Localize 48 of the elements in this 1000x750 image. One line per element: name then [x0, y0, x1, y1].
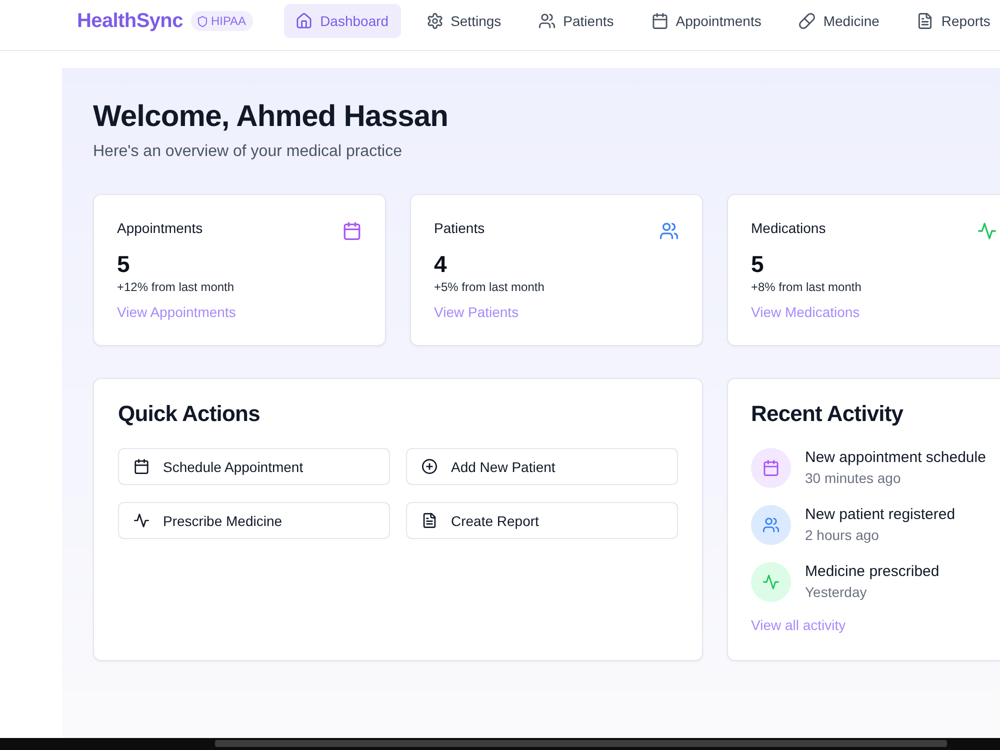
stat-value: 5 — [117, 250, 131, 278]
calendar-icon — [134, 459, 149, 474]
calendar-icon — [751, 448, 791, 488]
calendar-icon — [652, 13, 668, 29]
stat-label: Medications — [751, 219, 826, 238]
activity-title: New patient registered — [805, 505, 956, 525]
stat-value: 4 — [434, 250, 448, 278]
nav-tab[interactable]: Medicine — [787, 4, 892, 38]
activity-time: Yesterday — [805, 583, 868, 602]
people-icon — [751, 505, 791, 545]
plus-circle-icon — [422, 459, 437, 474]
pill-icon — [799, 13, 816, 29]
page-subtitle: Here's an overview of your medical practice — [93, 142, 403, 162]
activity-time: 30 minutes ago — [805, 469, 902, 488]
quick-action-button[interactable]: Create Report — [406, 502, 678, 539]
document-icon — [422, 513, 437, 528]
activity-title: New appointment schedule — [805, 448, 986, 468]
activity-title: Medicine prescribed — [805, 562, 940, 582]
nav-tab[interactable]: Reports — [905, 4, 1000, 38]
quick-action-button[interactable]: Schedule Appointment — [118, 448, 390, 485]
card-title: Quick Actions — [118, 402, 261, 426]
nav-tab[interactable]: Appointments — [640, 4, 774, 38]
page-title: Welcome, Ahmed Hassan — [93, 99, 450, 135]
badge-label: HIPAA — [210, 14, 246, 28]
settings-icon — [426, 13, 443, 29]
card-title: Recent Activity — [751, 402, 904, 426]
quick-action-button[interactable]: Add New Patient — [406, 448, 678, 485]
nav-tab[interactable]: Dashboard — [284, 4, 401, 38]
nav-tab[interactable]: Settings — [414, 4, 514, 38]
stat-change: +5% from last month — [434, 279, 546, 295]
stat-change: +8% from last month — [751, 279, 862, 295]
brand-name: HealthSync — [77, 10, 183, 32]
stat-label: Appointments — [117, 219, 203, 238]
home-icon — [296, 13, 312, 29]
pulse-line-icon — [134, 513, 149, 528]
calendar-icon — [343, 222, 361, 240]
quick-action-button[interactable]: Prescribe Medicine — [118, 502, 390, 539]
nav-tab[interactable]: Patients — [527, 4, 626, 38]
pulse-line-icon — [978, 222, 996, 240]
activity-time: 2 hours ago — [805, 526, 880, 545]
stat-label: Patients — [434, 219, 485, 238]
shield-icon — [196, 16, 208, 26]
people-icon — [539, 13, 556, 29]
stat-change: +12% from last month — [117, 279, 236, 295]
scrollbar-thumb[interactable] — [215, 740, 947, 747]
document-icon — [917, 13, 934, 29]
stat-value: 5 — [751, 250, 765, 278]
people-icon — [660, 222, 678, 240]
